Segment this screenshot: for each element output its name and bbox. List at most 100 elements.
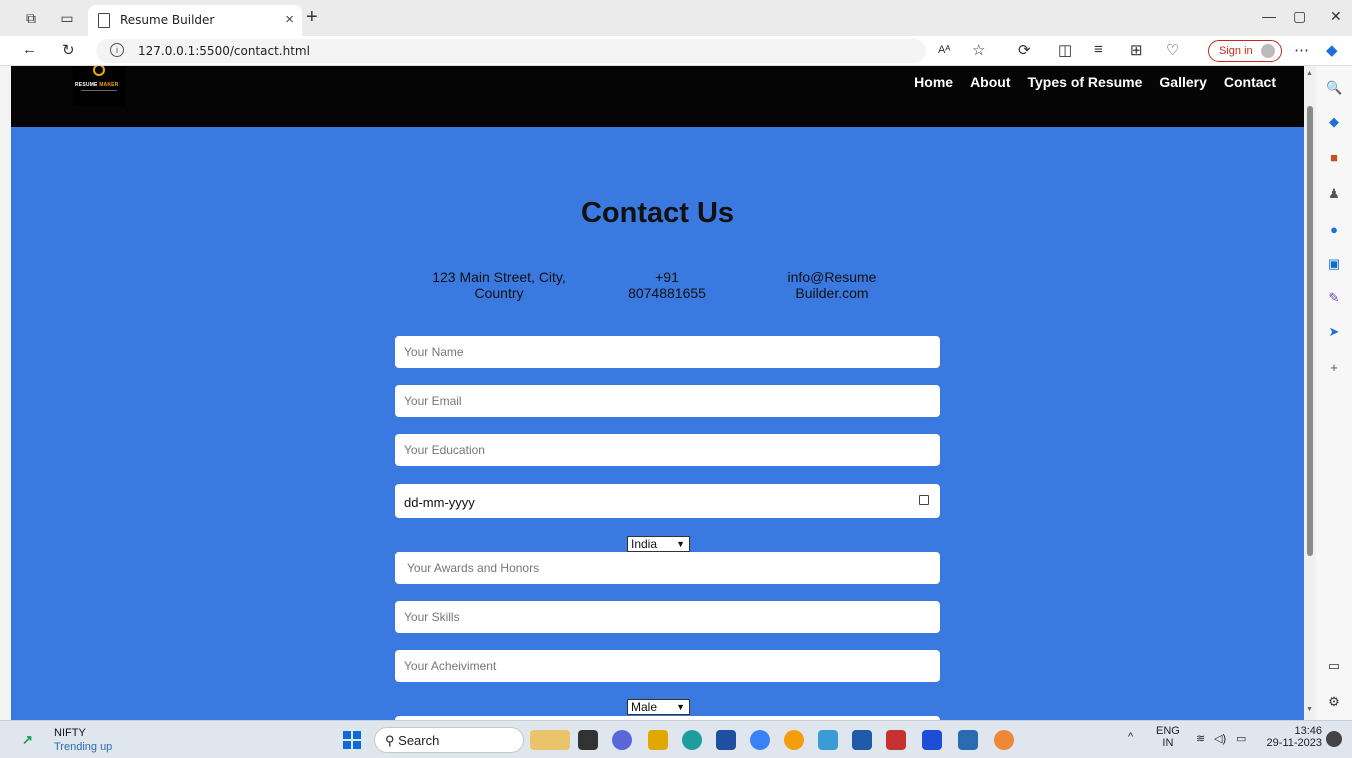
date-input[interactable]: dd-mm-yyyy xyxy=(395,484,940,518)
email-line-2: Builder.com xyxy=(795,285,869,301)
url-text[interactable]: 127.0.0.1:5500/contact.html xyxy=(138,44,310,58)
country-selected: India xyxy=(631,537,658,551)
scrollbar-thumb[interactable] xyxy=(1307,106,1313,556)
search-icon: ⚲ xyxy=(385,733,395,748)
edge-sidebar: 🔍 ◆ ■ ♟ ● ▣ ✎ ➤ + ▭ ⚙ xyxy=(1316,66,1352,720)
lang-line-2: IN xyxy=(1162,737,1174,749)
browser-essentials-icon[interactable]: ♡ xyxy=(1166,41,1179,59)
copilot-app-icon[interactable] xyxy=(750,730,770,750)
phone-line-1: +91 xyxy=(655,269,679,285)
tools-icon[interactable]: ■ xyxy=(1326,150,1342,166)
lang-line-1: ENG xyxy=(1156,725,1180,737)
vscode-icon[interactable] xyxy=(958,730,978,750)
search-icon[interactable]: 🔍 xyxy=(1326,80,1342,96)
browser-tab-strip: ⧉ ▭ Resume Builder × + — ▢ ✕ xyxy=(0,0,1352,36)
workspaces-icon[interactable]: ⧉ xyxy=(22,9,40,27)
awards-input[interactable] xyxy=(395,552,940,584)
close-window-icon[interactable]: ✕ xyxy=(1330,8,1342,25)
chevron-down-icon: ▼ xyxy=(676,539,685,549)
nav-types-of-resume[interactable]: Types of Resume xyxy=(1028,74,1143,90)
chat-icon[interactable] xyxy=(612,730,632,750)
add-icon[interactable]: + xyxy=(1326,360,1342,376)
close-tab-icon[interactable]: × xyxy=(285,11,294,28)
file-explorer-icon[interactable] xyxy=(648,730,668,750)
chrome-icon[interactable] xyxy=(784,730,804,750)
calendar-icon[interactable] xyxy=(919,495,929,505)
sidebar-toggle-icon[interactable]: ▭ xyxy=(1326,658,1342,674)
clock-time: 13:46 xyxy=(1294,725,1322,737)
refresh-icon[interactable]: ↻ xyxy=(62,41,75,59)
language-indicator[interactable]: ENG IN xyxy=(1156,725,1180,749)
battery-icon[interactable]: ▭ xyxy=(1236,732,1246,745)
address-bar[interactable]: i 127.0.0.1:5500/contact.html xyxy=(96,39,926,63)
shopping-icon[interactable]: ◆ xyxy=(1326,114,1342,130)
more-menu-icon[interactable]: ⋯ xyxy=(1294,41,1309,59)
nav-home[interactable]: Home xyxy=(914,74,953,90)
read-aloud-icon[interactable]: Aᴬ xyxy=(938,44,950,56)
start-button[interactable] xyxy=(343,731,361,749)
clock[interactable]: 13:46 29-11-2023 xyxy=(1262,725,1322,749)
collections-icon[interactable]: ⊞ xyxy=(1130,41,1143,59)
minimize-icon[interactable]: — xyxy=(1262,8,1276,24)
page-scrollbar[interactable]: ▲ ▼ xyxy=(1304,66,1316,720)
site-logo[interactable]: RESUME MAKER xyxy=(73,66,126,106)
mysql-icon[interactable] xyxy=(818,730,838,750)
country-select[interactable]: India ▼ xyxy=(627,536,690,552)
telegram-icon[interactable]: ➤ xyxy=(1326,324,1342,340)
bulb-icon xyxy=(93,66,105,76)
skills-input[interactable] xyxy=(395,601,940,633)
achievement-input[interactable] xyxy=(395,650,940,682)
web-page: RESUME MAKER Home About Types of Resume … xyxy=(11,66,1304,720)
site-info-icon[interactable]: i xyxy=(110,43,124,57)
contact-phone: +91 8074881655 xyxy=(607,269,727,301)
news-widget-icon[interactable] xyxy=(530,730,570,750)
logo-tagline-line xyxy=(81,90,117,91)
trend-up-icon: ↗ xyxy=(22,732,33,747)
outlook-icon[interactable]: ▣ xyxy=(1326,256,1342,272)
gender-select[interactable]: Male ▼ xyxy=(627,699,690,715)
education-input[interactable] xyxy=(395,434,940,466)
page-icon xyxy=(98,13,110,28)
chrome-profile-icon[interactable] xyxy=(994,730,1014,750)
volume-icon[interactable]: ◁) xyxy=(1214,732,1226,745)
tray-expand-icon[interactable]: ^ xyxy=(1128,731,1133,743)
task-view-icon[interactable] xyxy=(578,730,598,750)
settings-gear-icon[interactable]: ⚙ xyxy=(1326,694,1342,710)
favorite-star-icon[interactable]: ☆ xyxy=(972,41,985,59)
wifi-icon[interactable]: ≋ xyxy=(1196,732,1205,745)
nav-about[interactable]: About xyxy=(970,74,1010,90)
name-input[interactable] xyxy=(395,336,940,368)
word-icon[interactable] xyxy=(922,730,942,750)
office-icon[interactable]: ● xyxy=(1326,222,1342,238)
logo-text-2: MAKER xyxy=(99,82,119,88)
restore-icon[interactable]: ▢ xyxy=(1293,8,1306,25)
designer-icon[interactable]: ✎ xyxy=(1326,290,1342,306)
browser-tab[interactable]: Resume Builder × xyxy=(88,5,302,36)
edge-icon[interactable] xyxy=(682,730,702,750)
store-icon[interactable] xyxy=(716,730,736,750)
sign-in-button[interactable]: Sign in xyxy=(1208,40,1282,62)
windows-taskbar: ↗ NIFTY Trending up ⚲ Search ^ ENG IN ≋ … xyxy=(0,720,1352,758)
site-nav: Home About Types of Resume Gallery Conta… xyxy=(914,74,1276,90)
mcafee-icon[interactable] xyxy=(886,730,906,750)
notification-icon[interactable] xyxy=(1326,731,1342,747)
split-screen-icon[interactable]: ◫ xyxy=(1058,41,1072,59)
nav-gallery[interactable]: Gallery xyxy=(1159,74,1206,90)
back-icon[interactable]: ← xyxy=(22,41,37,58)
contact-address: 123 Main Street, City, Country xyxy=(419,269,579,301)
clock-date: 29-11-2023 xyxy=(1266,737,1322,749)
new-tab-icon[interactable]: + xyxy=(306,6,318,29)
games-icon[interactable]: ♟ xyxy=(1326,186,1342,202)
scroll-down-icon[interactable]: ▼ xyxy=(1306,706,1313,713)
copilot-icon[interactable]: ◆ xyxy=(1326,41,1338,59)
email-input[interactable] xyxy=(395,385,940,417)
scroll-up-icon[interactable]: ▲ xyxy=(1306,70,1313,77)
favorites-icon[interactable]: ≡ xyxy=(1094,41,1103,58)
nav-contact[interactable]: Contact xyxy=(1224,74,1276,90)
tab-actions-icon[interactable]: ▭ xyxy=(58,9,76,27)
browser-toolbar: ← ↻ i 127.0.0.1:5500/contact.html Aᴬ ☆ ⟳… xyxy=(0,36,1352,66)
app-icon[interactable] xyxy=(852,730,872,750)
extensions-icon[interactable]: ⟳ xyxy=(1018,41,1031,59)
sign-in-label: Sign in xyxy=(1219,45,1253,57)
taskbar-search[interactable]: ⚲ Search xyxy=(374,727,524,753)
